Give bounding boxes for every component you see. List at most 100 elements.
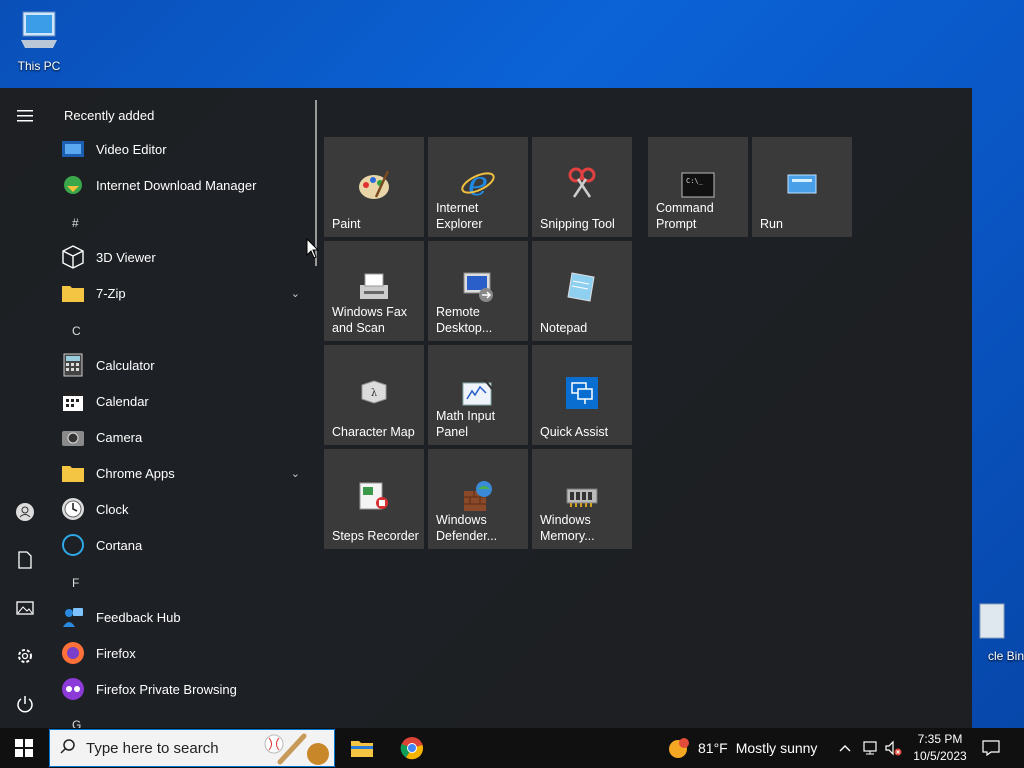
computer-icon (21, 11, 57, 48)
notepad-icon (567, 272, 595, 302)
run-icon (787, 174, 817, 194)
tile-snipping-tool[interactable]: Snipping Tool (532, 137, 632, 237)
this-pc-desktop-icon[interactable]: This PC (1, 8, 77, 73)
idm-icon (60, 172, 86, 198)
settings-button[interactable] (0, 634, 50, 678)
tile-paint[interactable]: Paint (324, 137, 424, 237)
account-button[interactable] (0, 490, 50, 534)
network-icon (863, 741, 877, 755)
quick-assist-icon (566, 377, 598, 409)
start-rail (0, 88, 50, 728)
taskbar-file-explorer[interactable] (338, 728, 386, 768)
action-center-button[interactable] (982, 728, 1000, 768)
section-letter-c[interactable]: C (72, 324, 81, 338)
taskbar-chrome[interactable] (388, 728, 436, 768)
tile-label: Quick Assist (540, 425, 609, 439)
remote-desktop-icon (463, 272, 493, 302)
tile-notepad[interactable]: Notepad (532, 241, 632, 341)
calendar-icon (60, 388, 86, 414)
tile-label: Remote Desktop... (436, 305, 493, 335)
app-label: Internet Download Manager (96, 177, 257, 193)
app-label: Calculator (96, 357, 155, 373)
app-list: Recently added Video Editor Internet Dow… (50, 88, 312, 728)
section-letter-hash[interactable]: # (72, 216, 79, 230)
app-label: Camera (96, 429, 143, 445)
app-firefox-private[interactable]: Firefox Private Browsing (60, 671, 308, 707)
tile-internet-explorer[interactable]: e Internet Explorer (428, 137, 528, 237)
clock-time: 7:35 PM (917, 732, 963, 746)
app-camera[interactable]: Camera (60, 419, 308, 455)
weather-text: Mostly sunny (735, 740, 818, 756)
app-7-zip[interactable]: 7-Zip ⌄ (60, 275, 308, 311)
app-label: Chrome Apps (96, 465, 175, 481)
firefox-icon (60, 640, 86, 666)
3d-viewer-icon (60, 244, 86, 270)
snipping-tool-icon (568, 167, 596, 198)
app-cortana[interactable]: Cortana (60, 527, 308, 563)
app-label: 7-Zip (96, 285, 126, 301)
tile-remote-desktop[interactable]: Remote Desktop... (428, 241, 528, 341)
search-placeholder: Type here to search (86, 739, 219, 757)
chevron-down-icon[interactable]: ⌄ (291, 287, 300, 300)
app-label: 3D Viewer (96, 249, 156, 265)
tile-label: Character Map (332, 425, 415, 439)
app-calculator[interactable]: Calculator (60, 347, 308, 383)
calculator-icon (60, 352, 86, 378)
tile-quick-assist[interactable]: Quick Assist (532, 345, 632, 445)
app-calendar[interactable]: Calendar (60, 383, 308, 419)
documents-button[interactable] (0, 538, 50, 582)
tile-windows-fax-scan[interactable]: Windows Fax and Scan (324, 241, 424, 341)
app-clock[interactable]: Clock (60, 491, 308, 527)
video-editor-icon (60, 136, 86, 162)
network-button[interactable] (862, 728, 880, 768)
section-letter-g[interactable]: G (72, 718, 81, 728)
app-label: Feedback Hub (96, 609, 181, 625)
app-3d-viewer[interactable]: 3D Viewer (60, 239, 308, 275)
power-button[interactable] (0, 682, 50, 726)
math-input-icon (462, 378, 493, 406)
recycle-bin-icon (979, 603, 1005, 639)
tile-label: Math Input Panel (436, 409, 496, 439)
clock-icon (60, 496, 86, 522)
tile-windows-memory[interactable]: Windows Memory... (532, 449, 632, 549)
tile-label: Snipping Tool (540, 217, 615, 231)
tile-label: Windows Defender... (436, 513, 498, 543)
clock-date: 10/5/2023 (913, 749, 967, 763)
firefox-private-icon (60, 676, 86, 702)
chrome-icon (400, 737, 424, 760)
steps-recorder-icon (359, 482, 388, 510)
windows-memory-icon (566, 488, 598, 507)
tile-steps-recorder[interactable]: Steps Recorder (324, 449, 424, 549)
weather-widget[interactable]: 81°F Mostly sunny (666, 728, 817, 768)
chevron-down-icon[interactable]: ⌄ (291, 467, 300, 480)
app-firefox[interactable]: Firefox (60, 635, 308, 671)
taskbar-clock[interactable]: 7:35 PM 10/5/2023 (900, 731, 980, 765)
recently-added-header: Recently added (64, 108, 155, 123)
windows-logo-icon (15, 739, 33, 757)
camera-icon (60, 424, 86, 450)
start-button[interactable] (0, 728, 48, 768)
app-video-editor[interactable]: Video Editor (60, 131, 308, 167)
windows-defender-icon (464, 481, 492, 511)
pictures-button[interactable] (0, 586, 50, 630)
tile-run[interactable]: Run (752, 137, 852, 237)
app-label: Calendar (96, 393, 149, 409)
taskbar-search-box[interactable]: Type here to search (49, 729, 335, 767)
show-hidden-icons-button[interactable] (838, 728, 852, 768)
tile-label: Paint (332, 217, 361, 231)
tile-math-input-panel[interactable]: Math Input Panel (428, 345, 528, 445)
tile-character-map[interactable]: λ Character Map (324, 345, 424, 445)
tile-label: Windows Fax and Scan (332, 305, 408, 335)
app-internet-download-manager[interactable]: Internet Download Manager (60, 167, 308, 203)
taskbar: Type here to search 81°F Mostly sunny 7:… (0, 728, 1024, 768)
tile-label: Command Prompt (656, 201, 714, 231)
expand-menu-button[interactable] (0, 94, 50, 138)
tile-command-prompt[interactable]: C:\_ Command Prompt (648, 137, 748, 237)
tile-windows-defender[interactable]: Windows Defender... (428, 449, 528, 549)
fax-scan-icon (360, 273, 388, 299)
app-chrome-apps[interactable]: Chrome Apps ⌄ (60, 455, 308, 491)
folder-icon (60, 460, 86, 486)
app-feedback-hub[interactable]: Feedback Hub (60, 599, 308, 635)
power-icon (17, 696, 33, 713)
section-letter-f[interactable]: F (72, 576, 79, 590)
